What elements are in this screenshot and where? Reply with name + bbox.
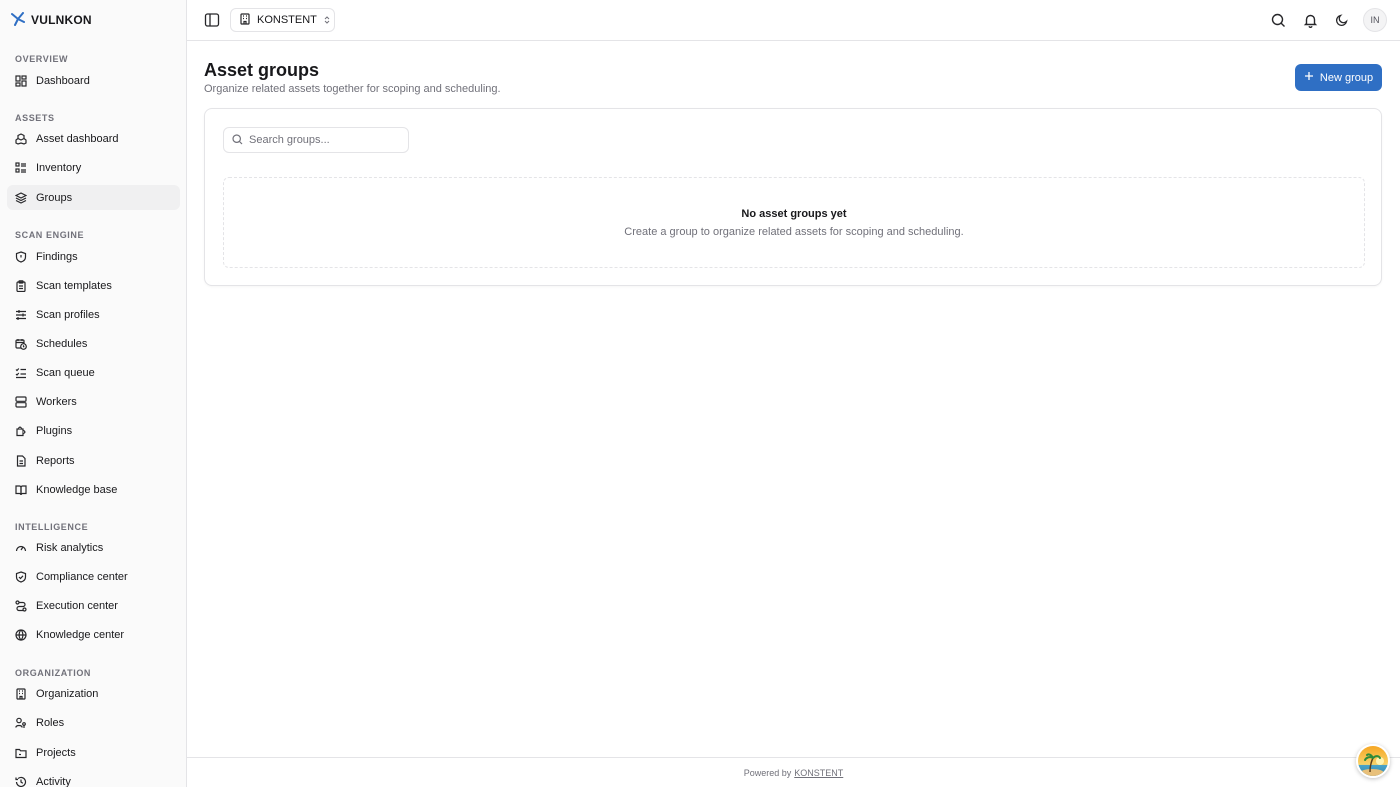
new-group-label: New group <box>1319 71 1374 84</box>
search-icon <box>232 133 243 148</box>
sidebar-item-plugins[interactable]: Plugins <box>7 418 180 443</box>
file-icon <box>15 454 27 467</box>
book-icon <box>15 484 27 496</box>
sidebar-item-label: Dashboard <box>36 74 90 87</box>
sidebar-item-label: Knowledge center <box>36 628 125 641</box>
sidebar-item-label: Scan templates <box>36 279 112 292</box>
sidebar-item-label: Plugins <box>36 424 73 437</box>
sidebar-item-projects[interactable]: Projects <box>7 740 180 765</box>
page-title: Asset groups <box>204 60 320 80</box>
building-icon <box>239 12 251 28</box>
sidebar-item-inventory[interactable]: Inventory <box>7 155 180 180</box>
sidebar-item-dashboard[interactable]: Dashboard <box>7 68 180 93</box>
search-field[interactable] <box>223 127 409 153</box>
sidebar-item-findings[interactable]: Findings <box>7 244 180 269</box>
sidebar-item-label: Inventory <box>36 161 82 174</box>
sidebar-item-workers[interactable]: Workers <box>7 389 180 414</box>
sidebar-item-label: Scan profiles <box>36 308 100 321</box>
puzzle-icon <box>15 425 27 437</box>
empty-state-title: No asset groups yet <box>741 208 847 220</box>
calendar-clock-icon <box>15 338 27 350</box>
clipboard-icon <box>15 279 27 292</box>
boxes-icon <box>15 132 27 145</box>
page-subtitle: Organize related assets together for sco… <box>204 83 501 95</box>
sidebar-item-scan-templates[interactable]: Scan templates <box>7 273 180 298</box>
server-icon <box>15 395 27 408</box>
sidebar-item-label: Workers <box>36 395 77 408</box>
route-icon <box>15 599 27 612</box>
section-label-organization: ORGANIZATION <box>15 668 92 678</box>
sidebar-item-risk-analytics[interactable]: Risk analytics <box>7 535 180 560</box>
sidebar-item-label: Schedules <box>36 337 88 350</box>
assistant-avatar[interactable] <box>1356 744 1390 778</box>
sidebar-item-label: Organization <box>36 687 99 700</box>
search-input[interactable] <box>249 134 399 146</box>
globe-icon <box>15 628 27 641</box>
sidebar-item-label: Asset dashboard <box>36 132 119 145</box>
shield-icon <box>15 250 27 263</box>
sidebar-item-organization[interactable]: Organization <box>7 681 180 706</box>
chevrons-up-down-icon <box>323 13 331 28</box>
sidebar-item-label: Reports <box>36 454 75 467</box>
sidebar-item-label: Compliance center <box>36 570 128 583</box>
top-bar: KONSTENT IN <box>187 0 1400 41</box>
moon-icon[interactable] <box>1331 9 1353 31</box>
plus-icon <box>1304 71 1314 84</box>
section-label-overview: OVERVIEW <box>15 54 69 64</box>
sidebar-item-compliance-center[interactable]: Compliance center <box>7 564 180 589</box>
sidebar-item-label: Activity <box>36 775 71 787</box>
sidebar-item-label: Roles <box>36 716 65 729</box>
org-switcher[interactable]: KONSTENT <box>230 8 335 32</box>
footer-link[interactable]: KONSTENT <box>794 768 843 778</box>
section-label-scan-engine: SCAN ENGINE <box>15 230 85 240</box>
sidebar-item-activity[interactable]: Activity <box>7 769 180 787</box>
sidebar-item-label: Projects <box>36 746 76 759</box>
sliders-icon <box>15 309 27 321</box>
footer-prefix: Powered by <box>743 767 792 778</box>
brand-name: VULNKON <box>31 13 92 27</box>
sidebar-item-schedules[interactable]: Schedules <box>7 331 180 356</box>
sidebar-item-scan-queue[interactable]: Scan queue <box>7 360 180 385</box>
folder-icon <box>15 747 27 759</box>
sidebar-item-knowledge-center[interactable]: Knowledge center <box>7 622 180 647</box>
user-key-icon <box>15 717 27 729</box>
empty-state-description: Create a group to organize related asset… <box>624 226 964 238</box>
vulnkon-logo-icon <box>11 11 25 29</box>
bell-icon[interactable] <box>1299 9 1321 31</box>
sidebar: VULNKON OVERVIEW Dashboard ASSETS Asset … <box>0 0 187 787</box>
sidebar-item-label: Groups <box>36 191 73 204</box>
groups-card: No asset groups yet Create a group to or… <box>204 108 1382 286</box>
sidebar-item-reports[interactable]: Reports <box>7 448 180 473</box>
user-avatar[interactable]: IN <box>1363 8 1387 32</box>
gauge-icon <box>15 542 27 554</box>
sidebar-item-roles[interactable]: Roles <box>7 710 180 735</box>
sidebar-item-label: Scan queue <box>36 366 95 379</box>
sidebar-item-execution-center[interactable]: Execution center <box>7 593 180 618</box>
list-checks-icon <box>15 367 27 379</box>
shield-check-icon <box>15 570 27 583</box>
search-icon[interactable] <box>1267 9 1289 31</box>
brand-logo[interactable]: VULNKON <box>11 11 92 29</box>
avatar-initials: IN <box>1370 15 1380 25</box>
sidebar-item-label: Risk analytics <box>36 541 104 554</box>
section-label-intelligence: INTELLIGENCE <box>15 522 89 532</box>
footer: Powered by KONSTENT <box>187 757 1400 787</box>
dashboard-icon <box>15 74 27 87</box>
sidebar-item-label: Findings <box>36 250 78 263</box>
history-icon <box>15 776 27 787</box>
sidebar-item-groups[interactable]: Groups <box>7 185 180 210</box>
org-name: KONSTENT <box>257 14 317 26</box>
layers-icon <box>15 191 27 204</box>
sidebar-toggle-icon[interactable] <box>204 12 220 28</box>
sidebar-item-scan-profiles[interactable]: Scan profiles <box>7 302 180 327</box>
building-icon <box>15 687 27 700</box>
sidebar-item-label: Execution center <box>36 599 118 612</box>
empty-state: No asset groups yet Create a group to or… <box>223 177 1365 268</box>
list-icon <box>15 161 27 174</box>
new-group-button[interactable]: New group <box>1295 64 1382 91</box>
sidebar-item-knowledge-base[interactable]: Knowledge base <box>7 477 180 502</box>
sidebar-item-asset-dashboard[interactable]: Asset dashboard <box>7 126 180 151</box>
section-label-assets: ASSETS <box>15 113 55 123</box>
sidebar-item-label: Knowledge base <box>36 483 118 496</box>
